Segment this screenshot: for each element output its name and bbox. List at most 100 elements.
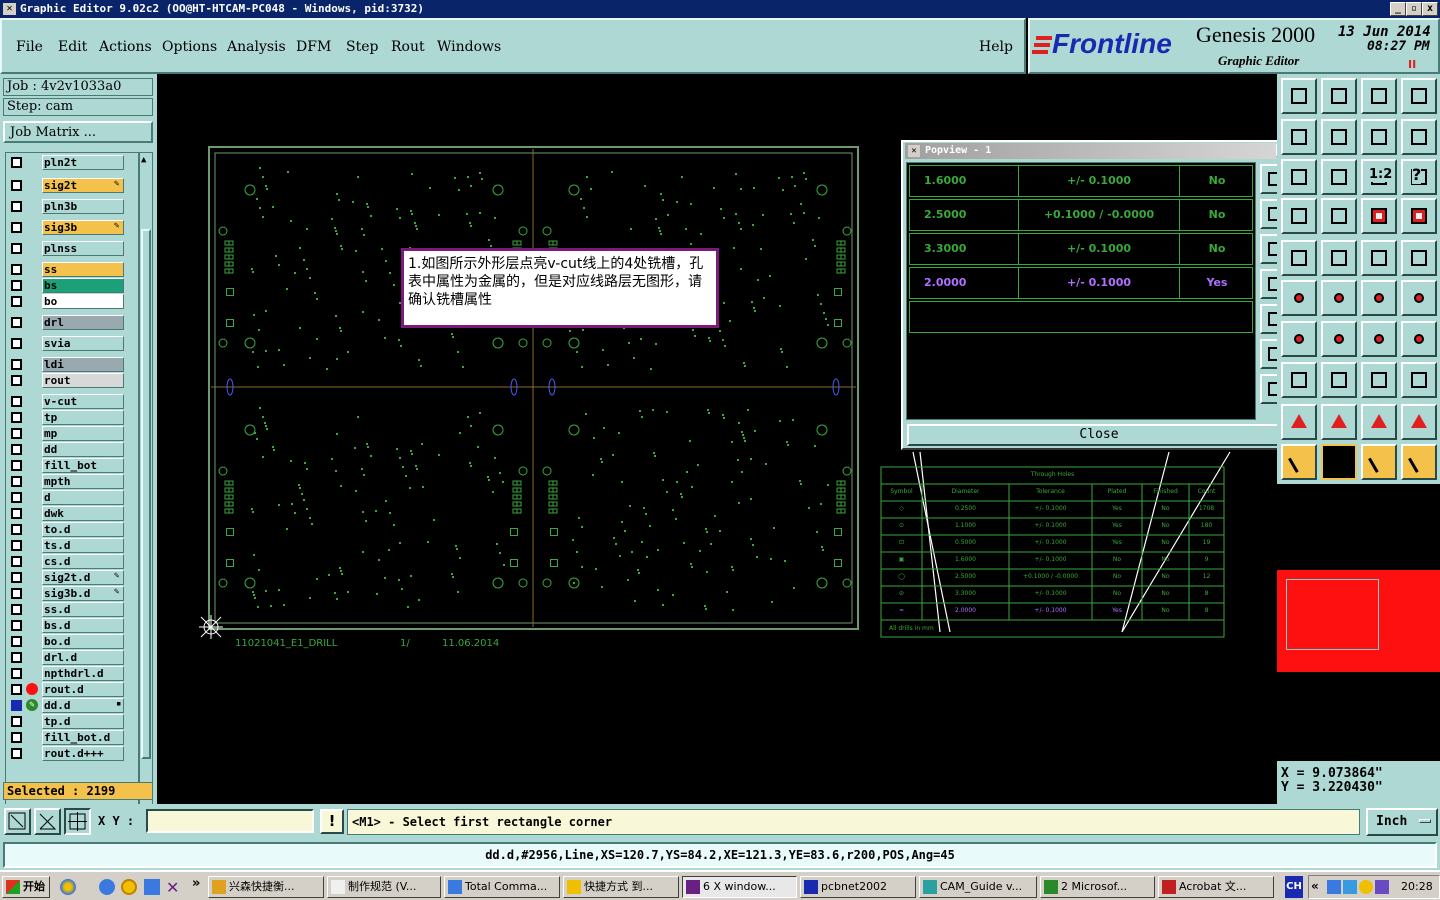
layer-checkbox[interactable] <box>11 412 22 423</box>
taskbar-chevron[interactable]: » <box>192 876 200 891</box>
settings-icon[interactable] <box>1281 198 1317 234</box>
layer-row[interactable]: fill_bot <box>6 458 138 473</box>
layer-name[interactable]: dwk <box>42 506 124 521</box>
layer-checkbox[interactable] <box>11 157 22 168</box>
start-button[interactable]: 开始 <box>2 876 50 898</box>
ie-icon[interactable] <box>99 879 115 895</box>
arrow-icon[interactable] <box>1281 444 1317 480</box>
layer-down-icon[interactable] <box>1321 78 1357 114</box>
layer-name[interactable]: mp <box>42 426 124 441</box>
shape-icon[interactable] <box>1321 240 1357 276</box>
language-indicator[interactable]: CH <box>1285 876 1303 898</box>
move-center-icon[interactable] <box>1321 159 1357 195</box>
arc-icon[interactable] <box>1361 321 1397 357</box>
volume-icon[interactable] <box>1343 880 1357 894</box>
menu-dfm[interactable]: DFM <box>296 39 331 55</box>
layer-name[interactable]: ss.d <box>42 602 124 617</box>
taskbar-task[interactable]: 2 Microsof... <box>1040 876 1155 898</box>
layer-checkbox[interactable] <box>11 280 22 291</box>
popview-row[interactable]: 3.3000 +/- 0.1000 No <box>909 233 1253 265</box>
flip-icon[interactable] <box>1401 321 1437 357</box>
layer-row[interactable]: ✎ dd.d ▪ <box>6 698 138 713</box>
overview-preview[interactable] <box>1277 484 1440 761</box>
layer-name[interactable]: dd.d <box>42 698 124 713</box>
layer-checkbox[interactable] <box>11 508 22 519</box>
triangle4-icon[interactable] <box>1401 404 1437 440</box>
layer-name[interactable]: rout <box>42 373 124 388</box>
preview-viewport[interactable] <box>1286 579 1379 650</box>
layer-checkbox[interactable] <box>11 375 22 386</box>
layer-checkbox[interactable] <box>11 296 22 307</box>
snap-mode-icon[interactable] <box>4 808 31 835</box>
taskbar-task[interactable]: 6 X window... <box>682 876 797 898</box>
menu-actions[interactable]: Actions <box>99 39 152 55</box>
layer-scrollbar[interactable]: ▲ ▼ <box>139 152 153 842</box>
layer-checkbox[interactable] <box>11 359 22 370</box>
grid-mode-icon[interactable] <box>64 808 91 835</box>
menu-step[interactable]: Step <box>346 39 378 55</box>
layer-row[interactable]: drl <box>6 315 138 330</box>
layer-name[interactable]: ldi <box>42 357 124 372</box>
zoom-fit-icon[interactable] <box>1281 119 1317 155</box>
layer-row[interactable]: plnss <box>6 241 138 256</box>
layer-checkbox[interactable] <box>11 652 22 663</box>
measure-icon[interactable] <box>1361 362 1397 398</box>
layer-name[interactable]: sig2t.d <box>42 570 124 585</box>
quick-launch-icon-1[interactable] <box>60 879 76 895</box>
snap-icon[interactable] <box>1401 119 1437 155</box>
layer-checkbox[interactable] <box>11 556 22 567</box>
menu-rout[interactable]: Rout <box>391 39 425 55</box>
popview-close-button[interactable]: Close <box>907 424 1291 446</box>
layer-row[interactable]: mp <box>6 426 138 441</box>
cross-icon[interactable] <box>1321 280 1357 316</box>
layer-name[interactable]: ss <box>42 262 124 277</box>
swap-icon[interactable] <box>1361 119 1397 155</box>
layer-row[interactable]: sig2t ✎ <box>6 178 138 193</box>
layer-name[interactable]: sig3b.d <box>42 586 124 601</box>
dot-icon[interactable] <box>1401 240 1437 276</box>
x-app-icon[interactable]: ✕ <box>166 878 179 897</box>
layer-row[interactable]: rout.d+++ <box>6 746 138 761</box>
quick-launch-icon-3[interactable] <box>144 879 160 895</box>
layer-checkbox[interactable] <box>11 180 22 191</box>
layer-row[interactable]: bs <box>6 278 138 293</box>
taskbar-task[interactable]: pcbnet2002 <box>800 876 916 898</box>
layer-checkbox[interactable] <box>11 588 22 599</box>
layer-checkbox[interactable] <box>11 540 22 551</box>
arrow2-icon[interactable] <box>1361 444 1397 480</box>
taskbar-task[interactable]: CAM_Guide v... <box>919 876 1037 898</box>
taskbar-task[interactable]: Acrobat 文... <box>1158 876 1274 898</box>
layer-row[interactable]: drl.d <box>6 650 138 665</box>
layer-row[interactable]: tp.d <box>6 714 138 729</box>
tray-chevron[interactable]: « <box>1311 879 1319 893</box>
menu-windows[interactable]: Windows <box>437 39 501 55</box>
layer-name[interactable]: fill_bot.d <box>42 730 124 745</box>
layer-checkbox[interactable] <box>11 444 22 455</box>
select-icon[interactable] <box>1281 240 1317 276</box>
layer-checkbox[interactable] <box>11 476 22 487</box>
layer-row[interactable]: bo.d <box>6 634 138 649</box>
layer-checkbox[interactable] <box>11 222 22 233</box>
tray-clock-icon[interactable] <box>1359 880 1373 894</box>
scroll-thumb[interactable] <box>141 229 151 759</box>
layer-name[interactable]: rout.d+++ <box>42 746 124 761</box>
layer-checkbox[interactable] <box>11 620 22 631</box>
layer-row[interactable]: pln3b <box>6 199 138 214</box>
layer-row[interactable]: bo <box>6 294 138 309</box>
grid-icon[interactable] <box>1321 198 1357 234</box>
menu-analysis[interactable]: Analysis <box>227 39 286 55</box>
layer-checkbox[interactable] <box>11 700 22 711</box>
layer-row[interactable]: to.d <box>6 522 138 537</box>
home-icon[interactable] <box>1361 78 1397 114</box>
layer-checkbox[interactable] <box>11 572 22 583</box>
draw-line-icon[interactable] <box>1281 321 1317 357</box>
layer-row[interactable]: bs.d <box>6 618 138 633</box>
layer-row[interactable]: dd <box>6 442 138 457</box>
layer-name[interactable]: tp.d <box>42 714 124 729</box>
network-icon[interactable] <box>1327 880 1341 894</box>
layer-name[interactable]: ts.d <box>42 538 124 553</box>
layer-row[interactable]: ss.d <box>6 602 138 617</box>
node-link-icon[interactable] <box>1361 280 1397 316</box>
close-button[interactable]: x <box>1422 2 1438 16</box>
layer-checkbox[interactable] <box>11 492 22 503</box>
